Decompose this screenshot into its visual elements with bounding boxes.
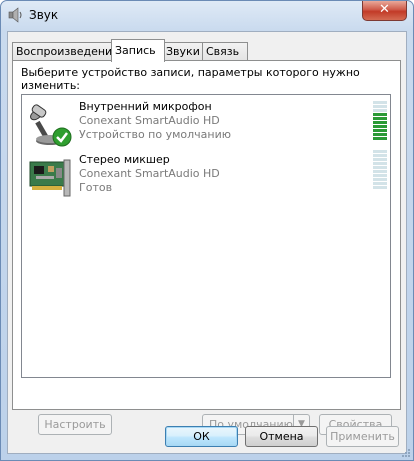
level-meter-segment — [373, 170, 387, 173]
speaker-icon — [8, 7, 22, 23]
device-item-stereo-mix[interactable]: Стерео микшер Conexant SmartAudio HD Гот… — [22, 150, 390, 200]
microphone-icon — [30, 104, 72, 147]
level-meter-segment — [373, 105, 387, 108]
tab-playback[interactable]: Воспроизведение — [12, 42, 119, 61]
level-meter-segment — [373, 158, 387, 161]
device-status: Готов — [79, 181, 113, 194]
cancel-button[interactable]: Отмена — [245, 426, 318, 447]
level-meter-segment — [373, 137, 387, 140]
recording-device-list[interactable]: Внутренний микрофон Conexant SmartAudio … — [21, 94, 391, 378]
level-meter-segment — [373, 129, 387, 132]
device-driver: Conexant SmartAudio HD — [79, 114, 220, 127]
window-title: Звук — [29, 8, 59, 22]
level-meter-segment — [373, 162, 387, 165]
tab-recording[interactable]: Запись — [111, 39, 165, 62]
level-meter-segment — [373, 174, 387, 177]
configure-button[interactable]: Настроить — [38, 414, 112, 435]
level-meter-segment — [373, 101, 387, 104]
level-meter-segment — [373, 117, 387, 120]
close-icon: ✕ — [379, 2, 390, 17]
level-meter-segment — [373, 186, 387, 189]
dialog-client-area: Воспроизведение Запись Звуки Связь Выбер… — [7, 31, 407, 454]
device-driver: Conexant SmartAudio HD — [79, 167, 220, 180]
level-meter-segment — [373, 178, 387, 181]
level-meter-segment — [373, 150, 387, 153]
title-bar[interactable]: Звук ✕ — [1, 1, 413, 29]
level-meter-segment — [373, 133, 387, 136]
default-checkmark-icon — [52, 127, 72, 147]
device-item-internal-microphone[interactable]: Внутренний микрофон Conexant SmartAudio … — [22, 97, 390, 147]
recording-tab-panel: Выберите устройство записи, параметры ко… — [12, 60, 401, 435]
device-status: Устройство по умолчанию — [79, 128, 232, 141]
tab-communications[interactable]: Связь — [202, 42, 248, 61]
sound-card-icon — [29, 159, 71, 197]
tab-sounds[interactable]: Звуки — [162, 42, 205, 61]
level-meter-segment — [373, 182, 387, 185]
level-meter-segment — [373, 154, 387, 157]
sound-dialog-window: Звук ✕ Воспроизведение Запись Звуки Связ… — [0, 0, 414, 461]
resize-grip-icon[interactable] — [401, 448, 411, 458]
level-meter-segment — [373, 113, 387, 116]
apply-button[interactable]: Применить — [326, 426, 399, 447]
level-meter-segment — [373, 125, 387, 128]
level-meter-segment — [373, 109, 387, 112]
instruction-text: Выберите устройство записи, параметры ко… — [21, 66, 360, 92]
device-name: Стерео микшер — [79, 153, 170, 166]
device-name: Внутренний микрофон — [79, 100, 212, 113]
ok-button[interactable]: ОК — [165, 426, 238, 447]
level-meter-segment — [373, 166, 387, 169]
close-button[interactable]: ✕ — [362, 1, 407, 21]
level-meter-segment — [373, 121, 387, 124]
